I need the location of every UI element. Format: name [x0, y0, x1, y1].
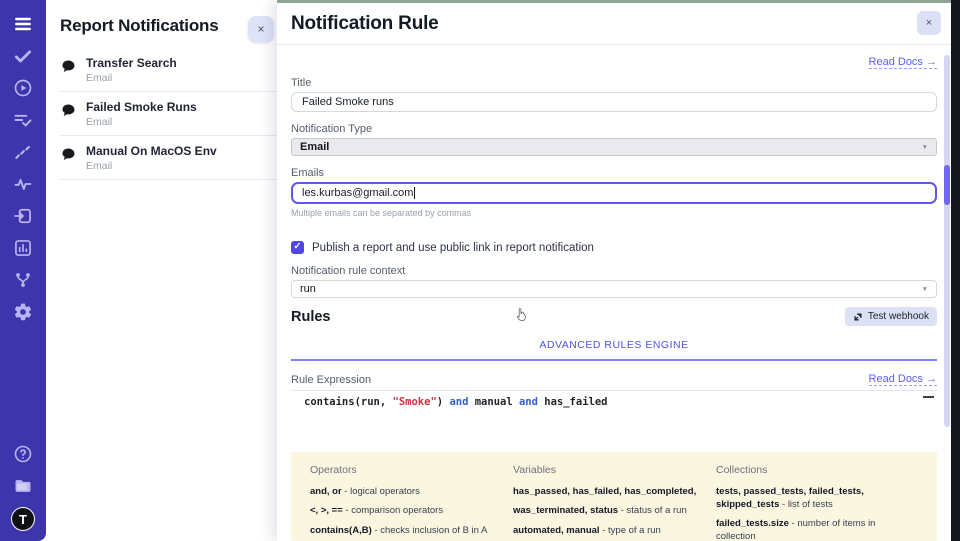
text-cursor: [414, 187, 415, 199]
notification-list-item[interactable]: Transfer Search Email: [60, 48, 277, 92]
notifications-title: Report Notifications: [60, 16, 263, 36]
notification-item-type: Email: [86, 160, 217, 172]
notifications-header: Report Notifications ×: [46, 0, 277, 48]
notification-type-select[interactable]: Email ▼: [291, 138, 937, 156]
bar-chart-icon[interactable]: [12, 237, 34, 259]
read-docs-link-rules[interactable]: Read Docs →: [869, 373, 937, 386]
rules-heading: Rules: [291, 309, 331, 325]
publish-checkbox[interactable]: [291, 241, 304, 254]
title-input[interactable]: Failed Smoke runs: [291, 92, 937, 112]
rule-expression-code[interactable]: contains(run, "Smoke") and manual and ha…: [304, 396, 921, 408]
notification-item-text: Transfer Search Email: [86, 55, 177, 84]
chevron-down-icon: ▼: [922, 144, 928, 151]
notification-item-text: Failed Smoke Runs Email: [86, 99, 197, 128]
app-logo[interactable]: T: [11, 507, 35, 531]
rules-tabs: ADVANCED RULES ENGINE: [291, 329, 937, 361]
emails-input-value: les.kurbas@gmail.com: [302, 187, 413, 199]
gear-icon[interactable]: [12, 301, 34, 323]
help-line: was_terminated, status - status of a run: [513, 505, 702, 518]
webhook-icon: [853, 312, 863, 322]
rule-context-select[interactable]: run ▼: [291, 280, 937, 298]
notification-item-type: Email: [86, 72, 177, 84]
notification-item-type: Email: [86, 116, 197, 128]
app-window: T Report Notifications × Transfer Search…: [0, 0, 960, 541]
help-line: failed_tests.size - number of items in c…: [716, 518, 917, 541]
type-field-label: Notification Type: [291, 123, 937, 135]
help-column: Variables has_passed, has_failed, has_com…: [513, 464, 716, 541]
rule-panel-title: Notification Rule: [291, 13, 439, 35]
rules-row: Rules Test webhook: [291, 307, 937, 326]
rule-expression-row: Rule Expression Read Docs →: [291, 373, 937, 386]
notification-item-text: Manual On MacOS Env Email: [86, 143, 217, 172]
title-field-label: Title: [291, 77, 937, 89]
notification-item-title: Transfer Search: [86, 56, 177, 70]
scrollbar-thumb[interactable]: [944, 165, 950, 205]
emails-field-label: Emails: [291, 167, 937, 179]
read-docs-row: Read Docs →: [291, 52, 937, 66]
help-column-title: Collections: [716, 464, 917, 476]
sidebar: T: [0, 0, 46, 541]
rule-context-value: run: [300, 283, 316, 295]
notification-list-item[interactable]: Failed Smoke Runs Email: [60, 92, 277, 136]
publish-checkbox-label: Publish a report and use public link in …: [312, 242, 594, 254]
help-line: and, or - logical operators: [310, 486, 499, 499]
read-docs-link[interactable]: Read Docs →: [869, 56, 937, 69]
notification-item-title: Manual On MacOS Env: [86, 144, 217, 158]
scrollbar-track[interactable]: [944, 55, 950, 427]
folder-icon[interactable]: [12, 475, 34, 497]
notification-rule-panel: Notification Rule × Read Docs → Title Fa…: [277, 0, 951, 541]
rule-panel-header: Notification Rule ×: [277, 3, 951, 45]
notification-list-item[interactable]: Manual On MacOS Env Email: [60, 136, 277, 180]
tab-advanced-rules-engine[interactable]: ADVANCED RULES ENGINE: [539, 339, 688, 351]
emails-input[interactable]: les.kurbas@gmail.com: [291, 182, 937, 204]
test-webhook-label: Test webhook: [868, 311, 929, 322]
help-line: automated, manual - type of a run: [513, 525, 702, 538]
publish-checkbox-row[interactable]: Publish a report and use public link in …: [291, 241, 937, 254]
rule-expression-editor[interactable]: contains(run, "Smoke") and manual and ha…: [291, 390, 937, 452]
help-column-title: Operators: [310, 464, 499, 476]
close-rule-panel-button[interactable]: ×: [917, 11, 941, 35]
enter-icon[interactable]: [12, 205, 34, 227]
title-input-value: Failed Smoke runs: [302, 96, 394, 108]
context-field-label: Notification rule context: [291, 265, 937, 277]
test-webhook-button[interactable]: Test webhook: [845, 307, 937, 326]
help-icon[interactable]: [12, 443, 34, 465]
check-icon[interactable]: [12, 45, 34, 67]
play-circle-icon[interactable]: [12, 77, 34, 99]
chat-bubble-icon: [60, 146, 77, 163]
expression-help-panel: Operators and, or - logical operators <, >…: [291, 452, 937, 541]
notification-item-title: Failed Smoke Runs: [86, 100, 197, 114]
rule-expression-label: Rule Expression: [291, 374, 371, 386]
help-line: <, >, == - comparison operators: [310, 505, 499, 518]
list-check-icon[interactable]: [12, 109, 34, 131]
window-right-edge: [951, 0, 960, 541]
help-column: Operators and, or - logical operators <, >…: [310, 464, 513, 541]
activity-icon[interactable]: [12, 173, 34, 195]
close-notifications-button[interactable]: ×: [248, 16, 274, 42]
help-line: tests, passed_tests, failed_tests, skipp…: [716, 486, 917, 512]
chevron-down-icon: ▼: [922, 286, 928, 293]
help-column-title: Variables: [513, 464, 702, 476]
report-notifications-panel: Report Notifications × Transfer Search E…: [46, 0, 277, 541]
editor-resize-handle[interactable]: [923, 396, 934, 398]
notification-type-value: Email: [300, 141, 329, 153]
help-line: has_passed, has_failed, has_completed,: [513, 486, 702, 499]
chat-bubble-icon: [60, 102, 77, 119]
help-line: contains(A,B) - checks inclusion of B in…: [310, 525, 499, 538]
steps-icon[interactable]: [12, 141, 34, 163]
help-column: Collections tests, passed_tests, failed_t…: [716, 464, 931, 541]
notification-list: Transfer Search Email Failed Smoke Runs …: [46, 48, 277, 180]
rule-panel-body: Read Docs → Title Failed Smoke runs Noti…: [277, 45, 951, 541]
branch-icon[interactable]: [12, 269, 34, 291]
chat-bubble-icon: [60, 58, 77, 75]
emails-help-text: Multiple emails can be separated by comm…: [291, 208, 937, 218]
menu-icon[interactable]: [12, 13, 34, 35]
